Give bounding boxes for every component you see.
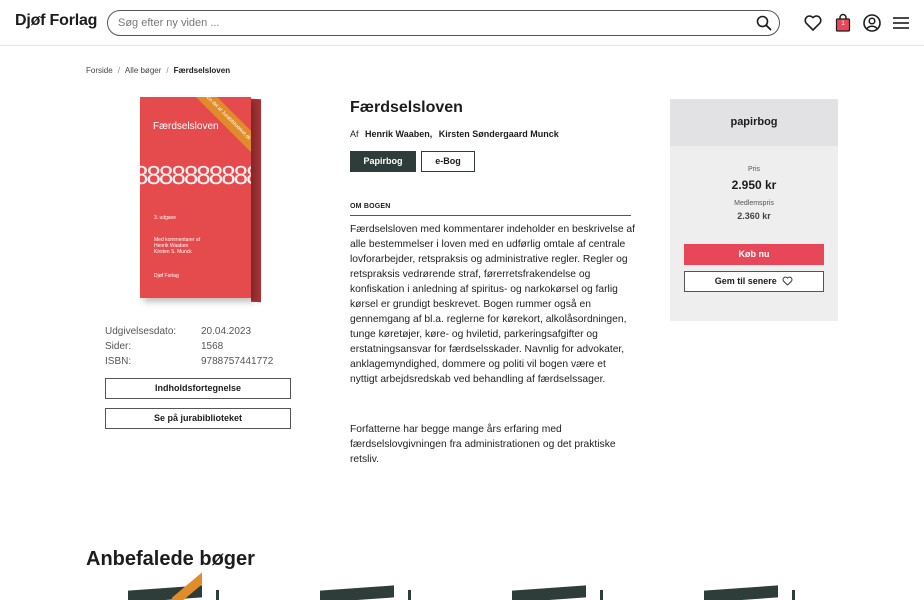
recommended-book[interactable]	[320, 583, 411, 600]
breadcrumb-current: Færdselsloven	[173, 66, 231, 75]
author-link[interactable]: Kirsten Søndergaard Munck	[439, 129, 559, 139]
user-icon[interactable]	[862, 13, 882, 33]
price-value: 2.950 kr	[731, 178, 777, 192]
search-input[interactable]	[118, 15, 738, 31]
member-price-value: 2.360 kr	[737, 211, 771, 221]
cover-subtitle: Med kommentarer af Henrik Waaben Kirsten…	[154, 237, 200, 255]
breadcrumb-link-all-books[interactable]: Alle bøger	[125, 66, 161, 75]
recommended-book-spine	[600, 590, 603, 600]
recommended-heading: Anbefalede bøger	[86, 548, 255, 570]
purchase-box: papirbog Pris 2.950 kr Medlemspris 2.360…	[670, 99, 838, 321]
buy-now-button[interactable]: Køb nu	[684, 244, 824, 265]
section-heading-about: OM BOGEN	[350, 203, 631, 216]
book-cover-spine	[251, 98, 261, 303]
product-title: Færdselsloven	[350, 99, 463, 116]
format-tab-paperback[interactable]: Papirbog	[350, 151, 416, 172]
cart-count-badge: 1	[839, 20, 847, 28]
recommended-book[interactable]	[512, 583, 603, 600]
toc-button[interactable]: Indholdsfortegnelse	[105, 378, 291, 399]
meta-value: 9788757441772	[201, 356, 274, 367]
cover-title: Færdselsloven	[153, 121, 219, 132]
member-price-label: Medlemspris	[734, 200, 774, 207]
cover-subtitle-line: Kirsten S. Munck	[154, 249, 192, 255]
recommended-book-spine	[408, 590, 411, 600]
authors-prefix: Af	[350, 129, 359, 139]
meta-value: 1568	[201, 341, 224, 352]
heart-icon	[782, 276, 793, 286]
book-metadata: Udgivelsesdato: 20.04.2023 Sider: 1568 I…	[105, 326, 295, 371]
format-tab-ebook[interactable]: e-Bog	[421, 151, 475, 172]
meta-row-release-date: Udgivelsesdato: 20.04.2023	[105, 326, 295, 341]
recommended-book[interactable]	[704, 583, 795, 600]
site-header: Djøf Forlag 1	[0, 0, 924, 46]
cover-digits: 8888888888	[140, 160, 251, 190]
book-cover: Færdselsloven 8888888888 3. udgave Med k…	[140, 97, 264, 305]
cart-button[interactable]: 1	[833, 13, 853, 33]
save-for-later-label: Gem til senere	[714, 276, 777, 286]
product-description-authors: Forfatterne har begge mange års erfaring…	[350, 424, 616, 465]
book-cover-front: Færdselsloven 8888888888 3. udgave Med k…	[140, 97, 251, 298]
recommended-book-spine	[792, 590, 795, 600]
site-logo[interactable]: Djøf Forlag	[15, 12, 97, 30]
meta-row-pages: Sider: 1568	[105, 341, 295, 356]
author-link[interactable]: Henrik Waaben,	[365, 129, 432, 139]
meta-label: Sider:	[105, 341, 132, 352]
meta-label: ISBN:	[105, 356, 132, 367]
product-description: Færdselsloven med kommentarer indeholder…	[350, 224, 636, 385]
product-authors: Af Henrik Waaben, Kirsten Søndergaard Mu…	[350, 129, 559, 139]
recommended-book-spine	[216, 590, 219, 600]
recommended-book-cover	[704, 585, 778, 600]
recommended-book-cover	[512, 585, 586, 600]
menu-icon[interactable]	[891, 13, 911, 33]
jurabibliotek-button[interactable]: Se på jurabiblioteket	[105, 408, 291, 429]
search-icon[interactable]	[756, 15, 772, 31]
meta-row-isbn: ISBN: 9788757441772	[105, 356, 295, 371]
breadcrumb-link-home[interactable]: Forside	[86, 66, 113, 75]
breadcrumb: Forside / Alle bøger / Færdselsloven	[86, 66, 230, 75]
purchase-format-heading: papirbog	[670, 99, 838, 146]
meta-label: Udgivelsesdato:	[105, 326, 177, 337]
recommended-book[interactable]	[128, 572, 219, 600]
price-label: Pris	[747, 166, 761, 173]
meta-value: 20.04.2023	[201, 326, 252, 337]
cover-publisher: Djøf Forlag	[154, 273, 179, 279]
search-bar[interactable]	[107, 10, 780, 36]
save-for-later-button[interactable]: Gem til senere	[684, 271, 824, 292]
heart-icon[interactable]	[803, 13, 823, 33]
breadcrumb-separator: /	[117, 66, 120, 75]
recommended-book-cover	[320, 585, 394, 600]
cover-edition: 3. udgave	[154, 215, 176, 221]
breadcrumb-separator: /	[166, 66, 169, 75]
